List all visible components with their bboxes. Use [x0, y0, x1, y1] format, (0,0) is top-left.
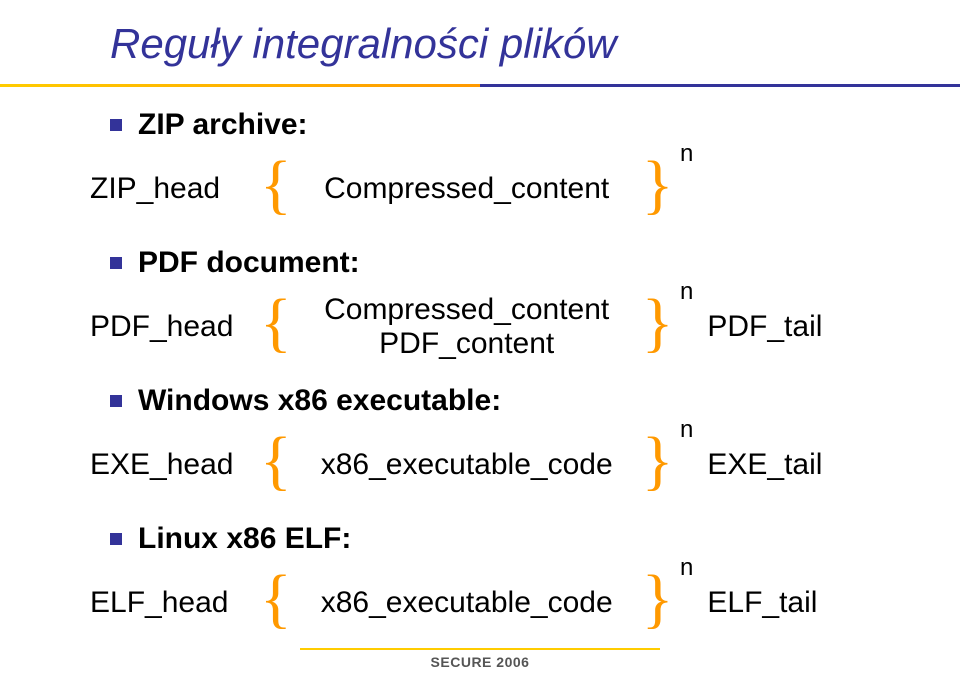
bullet-icon — [110, 533, 122, 545]
brace-right-icon: } — [642, 286, 674, 359]
exe-tail: EXE_tail — [707, 448, 822, 482]
pdf-tail: PDF_tail — [707, 310, 822, 344]
elf-tail: ELF_tail — [707, 586, 817, 620]
exe-exponent: n — [680, 416, 693, 444]
brace-left-icon: { — [260, 152, 292, 218]
formula-zip: ZIP_head { Compressed_content } n — [90, 150, 910, 228]
brace-left-icon: { — [260, 566, 292, 632]
elf-middle: x86_executable_code — [292, 586, 642, 620]
brace-right-wrap: } n — [642, 156, 674, 222]
bullet-icon — [110, 257, 122, 269]
content-area: ZIP archive: ZIP_head { Compressed_conte… — [70, 108, 910, 642]
formula-elf: ELF_head { x86_executable_code } n ELF_t… — [90, 564, 910, 642]
brace-right-icon: } — [642, 148, 674, 221]
footer-line — [300, 648, 660, 650]
footer-text: SECURE 2006 — [0, 654, 960, 670]
title-underline — [0, 84, 960, 87]
brace-right-wrap: } n — [642, 294, 674, 360]
section-pdf-label: PDF document: — [138, 246, 360, 280]
exe-head: EXE_head — [90, 448, 260, 482]
pdf-exponent: n — [680, 278, 693, 306]
section-pdf-header: PDF document: — [110, 246, 910, 280]
bullet-icon — [110, 119, 122, 131]
brace-right-wrap: } n — [642, 432, 674, 498]
brace-left-icon: { — [260, 290, 292, 356]
zip-head: ZIP_head — [90, 172, 260, 206]
brace-left-icon: { — [260, 428, 292, 494]
brace-right-wrap: } n — [642, 570, 674, 636]
pdf-middle: Compressed_content PDF_content — [292, 293, 642, 362]
bullet-icon — [110, 395, 122, 407]
pdf-head: PDF_head — [90, 310, 260, 344]
footer: SECURE 2006 — [0, 648, 960, 670]
elf-exponent: n — [680, 554, 693, 582]
formula-exe: EXE_head { x86_executable_code } n EXE_t… — [90, 426, 910, 504]
slide-title: Reguły integralności plików — [110, 20, 910, 68]
zip-middle: Compressed_content — [292, 172, 642, 206]
pdf-middle-bottom: PDF_content — [379, 327, 554, 362]
section-elf-label: Linux x86 ELF: — [138, 522, 351, 556]
section-exe-header: Windows x86 executable: — [110, 384, 910, 418]
section-zip-label: ZIP archive: — [138, 108, 308, 142]
brace-right-icon: } — [642, 562, 674, 635]
brace-right-icon: } — [642, 424, 674, 497]
pdf-middle-top: Compressed_content — [324, 293, 609, 328]
formula-pdf: PDF_head { Compressed_content PDF_conten… — [90, 288, 910, 366]
zip-exponent: n — [680, 140, 693, 168]
section-elf-header: Linux x86 ELF: — [110, 522, 910, 556]
section-exe-label: Windows x86 executable: — [138, 384, 501, 418]
elf-head: ELF_head — [90, 586, 260, 620]
exe-middle: x86_executable_code — [292, 448, 642, 482]
slide: Reguły integralności plików ZIP archive:… — [0, 0, 960, 688]
section-zip-header: ZIP archive: — [110, 108, 910, 142]
